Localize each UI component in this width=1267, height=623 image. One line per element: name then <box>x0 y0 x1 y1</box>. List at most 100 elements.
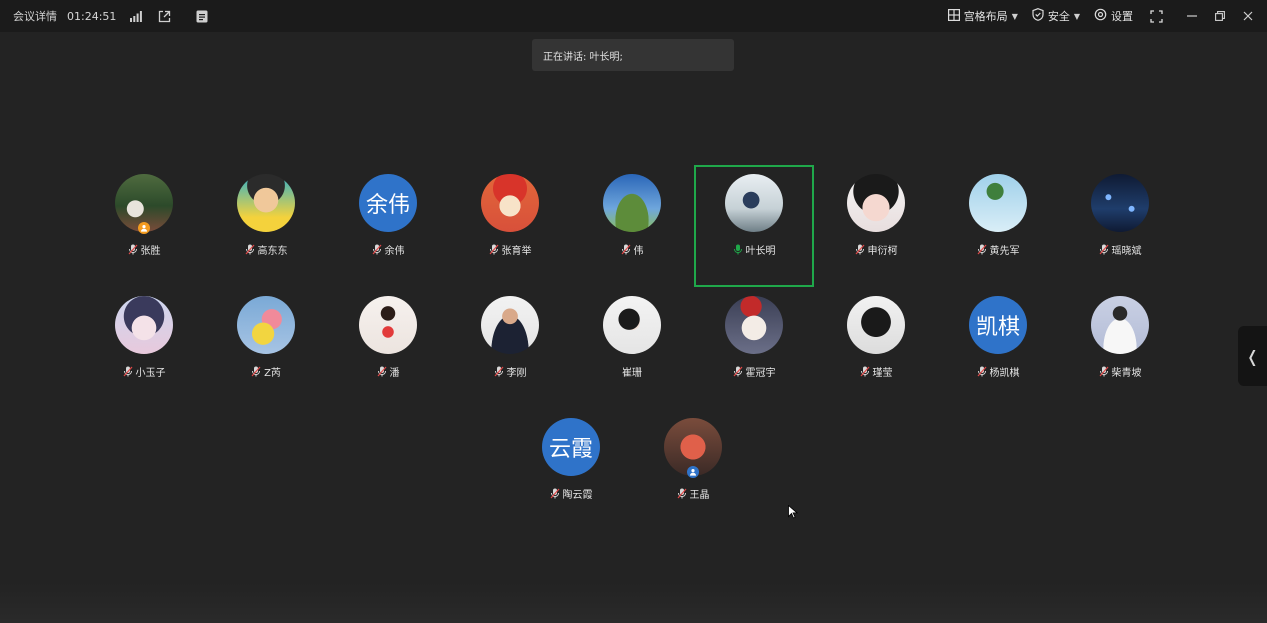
participant-name: 伟 <box>633 246 644 257</box>
participant-name-row: 瑶晓斌 <box>1060 242 1180 257</box>
participant-name-row: 崔珊 <box>572 364 692 379</box>
participant-name: 霍冠宇 <box>745 368 776 379</box>
participant-tile[interactable]: 高东东 <box>206 165 326 287</box>
meeting-details-link[interactable]: 会议详情 <box>13 8 57 24</box>
participant-name-row: 张育举 <box>450 242 570 257</box>
participant-name-row: 杨凯棋 <box>938 364 1058 379</box>
mic-muted-icon <box>860 366 870 377</box>
participant-tile[interactable]: 潘 <box>328 287 448 409</box>
participant-name-row: 潘 <box>328 364 448 379</box>
anime-boy-photo <box>725 296 783 354</box>
dark-hair-girl-photo <box>847 296 905 354</box>
woman-heart-photo <box>359 296 417 354</box>
participant-tile[interactable]: 王晶 <box>633 409 753 531</box>
participant-name-row: 申衍柯 <box>816 242 936 257</box>
participant-name-row: 叶长明 <box>696 242 812 257</box>
close-icon[interactable] <box>1241 9 1255 23</box>
top-bar: 会议详情 01:24:51 宫格布局 ▼ 安全 ▼ 设置 <box>0 0 1267 32</box>
security-label: 安全 <box>1047 10 1070 23</box>
woman-portrait-photo <box>603 296 661 354</box>
mic-muted-icon <box>621 244 631 255</box>
woman-white-coat-photo <box>1091 296 1149 354</box>
layout-button[interactable]: 宫格布局 ▼ <box>947 8 1018 24</box>
mouse-cursor-icon <box>788 505 798 519</box>
participant-name: 潘 <box>389 368 400 379</box>
share-out-icon[interactable] <box>156 8 172 24</box>
mic-muted-icon <box>245 244 255 255</box>
man-suit-photo <box>481 296 539 354</box>
participant-tile[interactable]: 小玉子 <box>84 287 204 409</box>
meeting-window: 会议详情 01:24:51 宫格布局 ▼ 安全 ▼ 设置 正在讲话: 叶长明; … <box>0 0 1267 623</box>
participant-tile[interactable]: 柴青坡 <box>1060 287 1180 409</box>
participant-name-row: 张胜 <box>84 242 204 257</box>
participant-name: 王晶 <box>689 490 710 501</box>
participant-tile[interactable]: 余伟 余伟 <box>328 165 448 287</box>
text-avatar: 余伟 <box>359 174 417 232</box>
document-icon[interactable] <box>194 8 210 24</box>
participant-tile[interactable]: Z芮 <box>206 287 326 409</box>
participant-name: Z芮 <box>264 368 281 379</box>
shield-icon <box>1032 8 1044 24</box>
participant-name: 小玉子 <box>135 368 166 379</box>
layout-label: 宫格布局 <box>963 10 1008 23</box>
participant-tile[interactable]: 崔珊 <box>572 287 692 409</box>
participant-name-row: 李刚 <box>450 364 570 379</box>
bottom-toolbar-area <box>0 583 1267 623</box>
speaking-indicator: 正在讲话: 叶长明; <box>532 39 734 71</box>
restore-icon[interactable] <box>1213 9 1227 23</box>
mic-muted-icon <box>855 244 865 255</box>
participant-tile[interactable]: 瑾莹 <box>816 287 936 409</box>
mic-muted-icon <box>977 366 987 377</box>
participant-name-row: 小玉子 <box>84 364 204 379</box>
anime-girl-photo <box>115 296 173 354</box>
participant-name-row: 霍冠宇 <box>694 364 814 379</box>
night-lights-photo <box>1091 174 1149 232</box>
participant-tile[interactable]: 黄先军 <box>938 165 1058 287</box>
speaking-text: 正在讲话: 叶长明; <box>543 51 623 63</box>
participant-tile[interactable]: 张育举 <box>450 165 570 287</box>
chevron-down-icon: ▼ <box>1073 11 1080 21</box>
cartoon-sponge-photo <box>237 296 295 354</box>
participant-name-row: Z芮 <box>206 364 326 379</box>
participant-name: 叶长明 <box>745 246 776 257</box>
participant-tile[interactable]: 瑶晓斌 <box>1060 165 1180 287</box>
signal-icon[interactable] <box>128 8 144 24</box>
security-button[interactable]: 安全 ▼ <box>1032 8 1080 24</box>
participant-name: 李刚 <box>506 368 527 379</box>
participant-tile[interactable]: 叶长明 <box>694 165 814 287</box>
mic-muted-icon <box>550 488 560 499</box>
mic-on-icon <box>733 244 743 255</box>
meeting-timer: 01:24:51 <box>67 9 117 23</box>
participant-tile[interactable]: 伟 <box>572 165 692 287</box>
mic-muted-icon <box>251 366 261 377</box>
minimize-icon[interactable] <box>1185 9 1199 23</box>
host-badge-icon <box>138 222 150 234</box>
participant-tile[interactable]: 李刚 <box>450 287 570 409</box>
participant-tile[interactable]: 张胜 <box>84 165 204 287</box>
participant-tile[interactable]: 申衍柯 <box>816 165 936 287</box>
chevron-down-icon: ▼ <box>1011 11 1018 21</box>
sky-field-photo <box>603 174 661 232</box>
participant-name: 张育举 <box>501 246 532 257</box>
mic-muted-icon <box>372 244 382 255</box>
cartoon-man-photo <box>237 174 295 232</box>
participant-name: 高东东 <box>257 246 288 257</box>
collapse-panel-button[interactable]: ❬ <box>1238 326 1267 386</box>
participant-name: 余伟 <box>384 246 405 257</box>
participant-name: 柴青坡 <box>1111 368 1142 379</box>
participant-tile[interactable]: 云霞 陶云霞 <box>511 409 631 531</box>
participant-tile[interactable]: 霍冠宇 <box>694 287 814 409</box>
text-avatar: 云霞 <box>542 418 600 476</box>
participant-tile[interactable]: 凯棋 杨凯棋 <box>938 287 1058 409</box>
chevron-left-icon: ❬ <box>1245 346 1260 366</box>
mic-muted-icon <box>123 366 133 377</box>
settings-button[interactable]: 设置 <box>1094 8 1133 24</box>
mic-muted-icon <box>377 366 387 377</box>
participant-name: 瑶晓斌 <box>1111 246 1142 257</box>
participant-name-row: 瑾莹 <box>816 364 936 379</box>
man-sitting-photo <box>725 174 783 232</box>
plush-toy-photo <box>847 174 905 232</box>
text-avatar: 凯棋 <box>969 296 1027 354</box>
fullscreen-icon[interactable] <box>1149 9 1163 23</box>
participant-name: 申衍柯 <box>867 246 898 257</box>
